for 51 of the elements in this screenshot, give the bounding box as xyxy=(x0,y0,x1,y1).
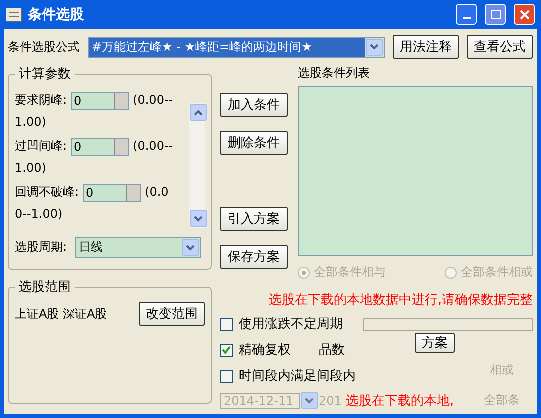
param-row-text: 过凹间峰: 0 (0.00--1.00) xyxy=(15,136,174,177)
action-button[interactable]: 加入条件 xyxy=(220,93,288,117)
ghost-notice-text: 选股在下载的本地, xyxy=(346,392,454,410)
params-title: 计算参数 xyxy=(18,66,72,83)
notice-text: 选股在下载的本地数据中进行,请确保数据完整 xyxy=(268,292,533,309)
condition-list[interactable] xyxy=(298,86,533,256)
list-title: 选股条件列表 xyxy=(298,65,371,82)
window-icon xyxy=(6,8,22,22)
period-field[interactable] xyxy=(363,318,533,330)
change-range-button[interactable]: 改变范围 xyxy=(139,302,205,326)
close-button[interactable] xyxy=(514,4,535,25)
checkbox[interactable] xyxy=(220,370,233,382)
ghost-text: 品数 xyxy=(319,342,345,359)
checkbox-label: 使用涨跌不定周期 xyxy=(239,316,343,333)
period-dropdown[interactable]: 日线 xyxy=(75,237,202,258)
top-button[interactable]: 查看公式 xyxy=(467,35,533,59)
action-button[interactable]: 保存方案 xyxy=(220,245,288,269)
minimize-button[interactable] xyxy=(456,4,477,25)
ghost-text: 全部条 xyxy=(484,392,520,409)
param-row-text: 回调不破峰: 0 (0.00--1.00) xyxy=(15,182,170,223)
radio-button[interactable] xyxy=(298,266,310,278)
scheme-button[interactable]: 方案 xyxy=(415,333,455,353)
param-row-text: 要求阴峰: 0 (0.00--1.00) xyxy=(15,90,174,131)
top-button[interactable]: 用法注释 xyxy=(393,35,459,59)
radio-label: 全部条件相或 xyxy=(461,264,533,281)
radio-label: 全部条件相与 xyxy=(314,264,386,281)
checkbox-label: 时间段内满足间段内 xyxy=(239,368,356,385)
checkbox-label: 精确复权 xyxy=(239,342,291,359)
maximize-button[interactable] xyxy=(485,4,506,25)
market-text: 上证A股 深证A股 xyxy=(15,306,108,322)
spin-field[interactable]: 0 xyxy=(71,92,130,110)
checkbox[interactable] xyxy=(220,318,233,330)
chevron-down-icon xyxy=(182,239,200,256)
radio-button[interactable] xyxy=(445,266,457,278)
range-title: 选股范围 xyxy=(18,279,72,296)
checkbox[interactable] xyxy=(220,344,233,356)
maximize-icon xyxy=(490,10,500,19)
scroll-bar[interactable] xyxy=(189,103,205,228)
action-button[interactable]: 引入方案 xyxy=(220,207,288,231)
action-button[interactable]: 删除条件 xyxy=(220,131,288,155)
minimize-icon xyxy=(462,16,470,18)
ghost-text: 相或 xyxy=(490,363,514,377)
chevron-down-icon xyxy=(366,38,383,56)
formula-dropdown[interactable]: #万能过左峰★ - ★峰距=峰的两边时间★ xyxy=(88,36,385,58)
formula-label: 条件选股公式 xyxy=(8,38,80,56)
spin-field[interactable]: 0 xyxy=(71,138,130,156)
chevron-down-icon xyxy=(301,392,318,409)
close-icon xyxy=(520,10,530,20)
window-title: 条件选股 xyxy=(28,6,85,24)
spin-field[interactable]: 0 xyxy=(83,184,142,202)
period-label: 选股周期: xyxy=(15,239,68,256)
